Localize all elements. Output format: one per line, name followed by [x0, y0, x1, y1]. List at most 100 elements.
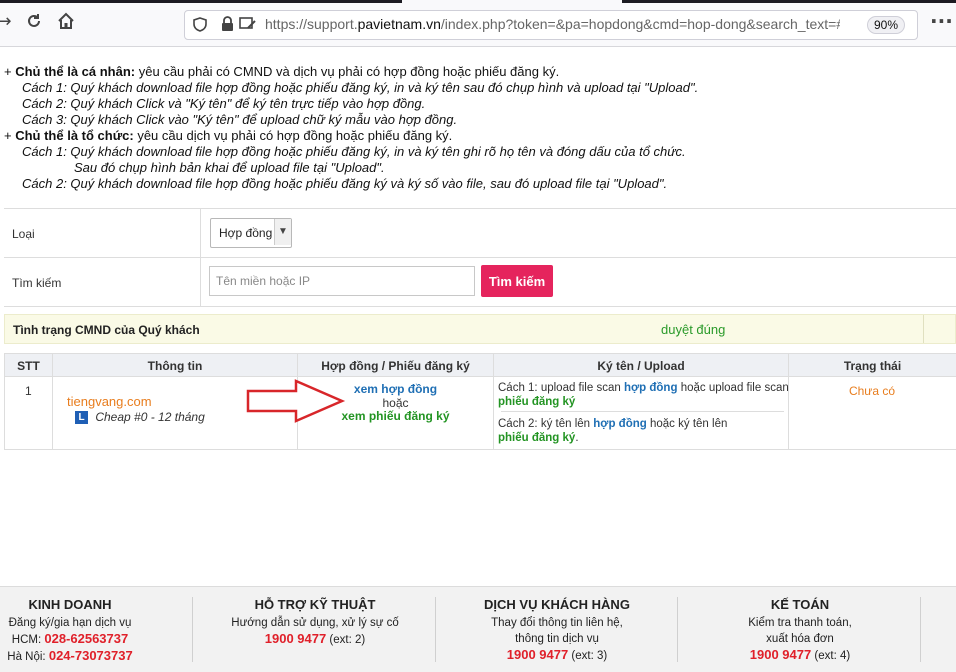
customer-phone[interactable]: 1900 9477: [507, 647, 568, 662]
domain-link[interactable]: tiengvang.com: [67, 394, 152, 409]
org-step-2: Cách 2: Quý khách download file hợp đồng…: [22, 176, 668, 191]
view-contract-link[interactable]: xem hợp đồng: [298, 382, 493, 396]
id-status-label: Tình trạng CMND của Quý khách: [13, 323, 200, 337]
type-row: Loại Hợp đồng ▼: [4, 209, 956, 257]
footer-support: HỖ TRỢ KỸ THUẬT Hướng dẫn sử dụng, xử lý…: [195, 597, 435, 648]
header-status: Trạng thái: [843, 359, 902, 373]
sales-hn: Hà Nội: 024-73073737: [0, 648, 140, 665]
url-prefix: https://support.: [265, 16, 358, 32]
search-button[interactable]: Tìm kiếm: [481, 265, 553, 297]
header-sign-upload: Ký tên / Upload: [597, 359, 685, 373]
method2-mid: hoặc ký tên lên: [650, 418, 728, 430]
more-menu-icon[interactable]: ···: [930, 11, 953, 31]
zoom-level[interactable]: 90%: [867, 16, 906, 34]
method-divider: [501, 411, 784, 412]
sales-desc: Đăng ký/gia hạn dịch vụ: [8, 617, 132, 629]
footer-customer: DỊCH VỤ KHÁCH HÀNG Thay đổi thông tin li…: [437, 597, 677, 664]
personal-step-3: Cách 3: Quý khách Click vào "Ký tên" để …: [22, 112, 458, 127]
personal-title: Chủ thể là cá nhân:: [15, 64, 136, 79]
org-desc: yêu cầu dịch vụ phải có hợp đồng hoặc ph…: [137, 128, 453, 143]
plan-info: L Cheap #0 - 12 tháng: [75, 410, 205, 425]
tab-strip-edge: [0, 0, 956, 3]
url-path: /index.php?token=&pa=hopdong&cmd=hop-don…: [440, 16, 840, 32]
customer-phone-line: 1900 9477 (ext: 3): [437, 647, 677, 664]
org-step-1-cont: Sau đó chụp hình bản khai để upload file…: [74, 160, 385, 175]
address-bar[interactable]: https://support.pavietnam.vn/index.php?t…: [184, 10, 918, 40]
personal-step-2: Cách 2: Quý khách Click và "Ký tên" để k…: [22, 96, 426, 111]
sign-method-2: Cách 2: ký tên lên hợp đồng hoặc ký tên …: [498, 418, 727, 430]
org-step-1: Cách 1: Quý khách download file hợp đồng…: [22, 144, 686, 159]
support-phone[interactable]: 1900 9477: [265, 631, 326, 646]
sign-form-link[interactable]: phiếu đăng ký: [498, 432, 575, 444]
support-desc: Hướng dẫn sử dụng, xử lý sự cố: [231, 617, 399, 629]
personal-rule: + Chủ thể là cá nhân: yêu cầu phải có CM…: [4, 64, 560, 79]
method2-prefix: Cách 2: ký tên lên: [498, 418, 591, 430]
support-ext: (ext: 2): [329, 634, 366, 646]
type-select[interactable]: Hợp đồng ▼: [210, 218, 292, 248]
hcm-phone[interactable]: 028-62563737: [44, 631, 128, 646]
personal-desc: yêu cầu phải có CMND và dịch vụ phải có …: [138, 64, 560, 79]
footer-divider: [677, 597, 678, 662]
type-label: Loại: [12, 227, 35, 241]
header-stt: STT: [17, 359, 40, 373]
browser-toolbar: → https://support.pavietnam.vn/index.php…: [0, 0, 956, 47]
hcm-label: HCM:: [11, 634, 42, 646]
shield-icon[interactable]: [193, 17, 207, 36]
sign-contract-link[interactable]: hợp đồng: [593, 418, 647, 430]
view-form-link[interactable]: xem phiếu đăng ký: [298, 409, 493, 423]
footer-sales: KINH DOANH Đăng ký/gia hạn dịch vụ HCM: …: [0, 597, 140, 665]
method1-prefix: Cách 1: upload file scan: [498, 382, 621, 394]
col-divider: [52, 354, 53, 449]
customer-desc-2: thông tin dịch vụ: [515, 633, 599, 645]
upload-contract-link[interactable]: hợp đồng: [624, 382, 678, 394]
hn-phone[interactable]: 024-73073737: [49, 648, 133, 663]
header-info: Thông tin: [147, 359, 203, 373]
plan-badge-icon: L: [75, 411, 88, 425]
method2-end: .: [575, 432, 579, 444]
active-tab-edge: [402, 0, 622, 3]
footer-accounting: KẾ TOÁN Kiểm tra thanh toán, xuất hóa đơ…: [680, 597, 920, 664]
or-text: hoặc: [382, 396, 409, 410]
personal-step-1: Cách 1: Quý khách download file hợp đồng…: [22, 80, 699, 95]
upload-form-link[interactable]: phiếu đăng ký: [498, 396, 575, 408]
footer-divider: [192, 597, 193, 662]
org-title: Chủ thể là tổ chức:: [15, 128, 134, 143]
sales-title: KINH DOANH: [28, 597, 112, 612]
org-rule: + Chủ thể là tổ chức: yêu cầu dịch vụ ph…: [4, 128, 453, 143]
forward-icon[interactable]: →: [0, 12, 14, 32]
lock-icon[interactable]: [221, 16, 234, 36]
table-header: STT Thông tin Hợp đồng / Phiếu đăng ký K…: [5, 354, 956, 377]
customer-desc-1: Thay đổi thông tin liên hệ,: [491, 617, 623, 629]
accounting-desc-2: xuất hóa đơn: [766, 633, 834, 645]
plan-name: Cheap #0 - 12 tháng: [95, 410, 205, 424]
home-icon[interactable]: [56, 12, 76, 32]
accounting-title: KẾ TOÁN: [770, 597, 830, 612]
status-divider: [923, 315, 924, 343]
customer-ext: (ext: 3): [571, 650, 608, 662]
id-status-value: duyệt đúng: [661, 322, 726, 337]
customer-title: DỊCH VỤ KHÁCH HÀNG: [484, 597, 630, 612]
footer-divider: [920, 597, 921, 662]
row-stt: 1: [25, 384, 32, 398]
col-divider: [788, 354, 789, 449]
footer-divider: [435, 597, 436, 662]
permissions-icon[interactable]: [239, 16, 257, 36]
footer: KINH DOANH Đăng ký/gia hạn dịch vụ HCM: …: [0, 586, 956, 672]
contracts-table: STT Thông tin Hợp đồng / Phiếu đăng ký K…: [4, 353, 956, 450]
search-label: Tìm kiếm: [12, 276, 62, 290]
method1-mid: hoặc upload file scan: [680, 382, 789, 394]
support-phone-line: 1900 9477 (ext: 2): [195, 631, 435, 648]
reload-icon[interactable]: [24, 12, 44, 32]
accounting-desc-1: Kiểm tra thanh toán,: [748, 617, 852, 629]
status-badge: Chưa có: [848, 384, 896, 398]
upload-method-1: Cách 1: upload file scan hợp đồng hoặc u…: [498, 382, 789, 394]
search-input[interactable]: [209, 266, 475, 296]
url-text[interactable]: https://support.pavietnam.vn/index.php?t…: [265, 16, 840, 32]
support-title: HỖ TRỢ KỸ THUẬT: [254, 597, 376, 612]
search-row: Tìm kiếm Tìm kiếm: [4, 257, 956, 306]
accounting-phone[interactable]: 1900 9477: [750, 647, 811, 662]
header-contract: Hợp đồng / Phiếu đăng ký: [321, 359, 470, 373]
id-status-bar: Tình trạng CMND của Quý khách duyệt đúng: [4, 314, 956, 344]
chevron-down-icon: ▼: [274, 219, 291, 245]
accounting-ext: (ext: 4): [814, 650, 851, 662]
